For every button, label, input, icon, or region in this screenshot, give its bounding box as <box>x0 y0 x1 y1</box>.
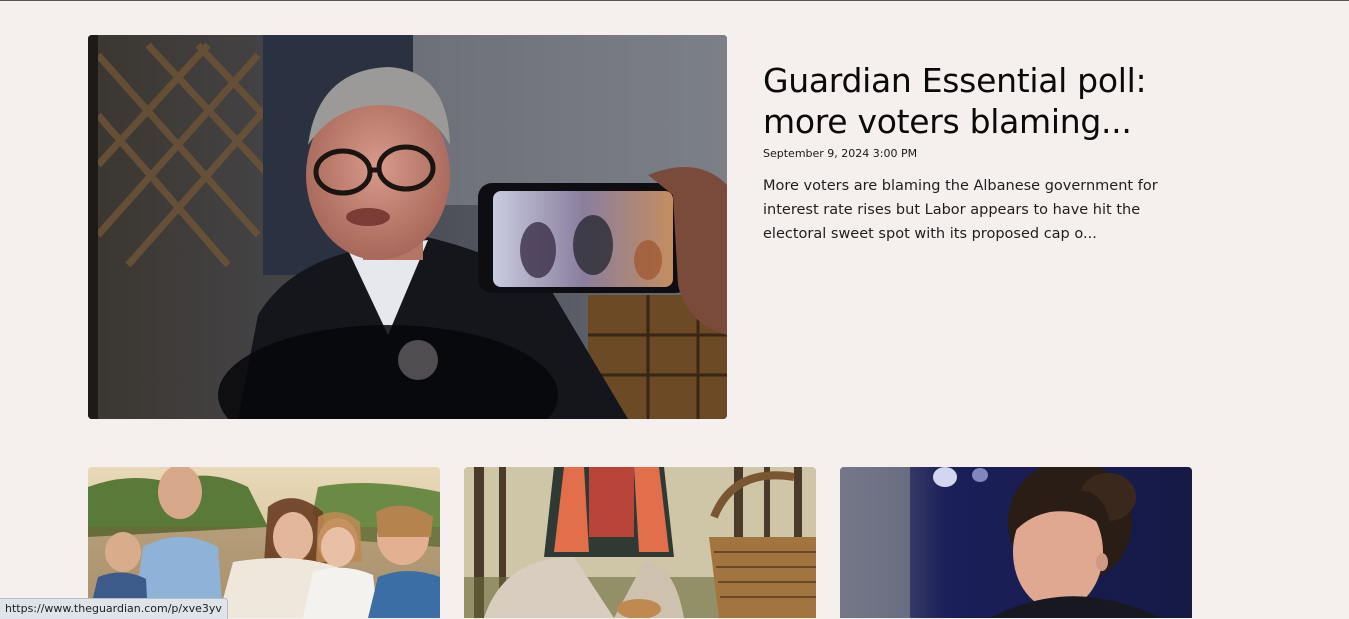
article-card-2[interactable] <box>464 467 816 618</box>
photo-prime-minister-speaking-icon <box>88 35 727 419</box>
hero-article-image[interactable] <box>88 35 727 419</box>
photo-royal-family-icon <box>88 467 440 618</box>
hero-summary: More voters are blaming the Albanese gov… <box>763 178 1158 242</box>
top-divider <box>0 0 1349 1</box>
article-card-1[interactable] <box>88 467 440 618</box>
hero-date: September 9, 2024 3:00 PM <box>763 147 918 160</box>
hero-headline[interactable]: Guardian Essential poll: more voters bla… <box>763 60 1163 142</box>
photo-woman-portrait-icon <box>840 467 1192 618</box>
hero-article-text: Guardian Essential poll: more voters bla… <box>763 60 1163 246</box>
status-bar-url: https://www.theguardian.com/p/xve3yv <box>0 598 228 619</box>
photo-foraging-basket-icon <box>464 467 816 618</box>
article-card-3[interactable] <box>840 467 1192 618</box>
